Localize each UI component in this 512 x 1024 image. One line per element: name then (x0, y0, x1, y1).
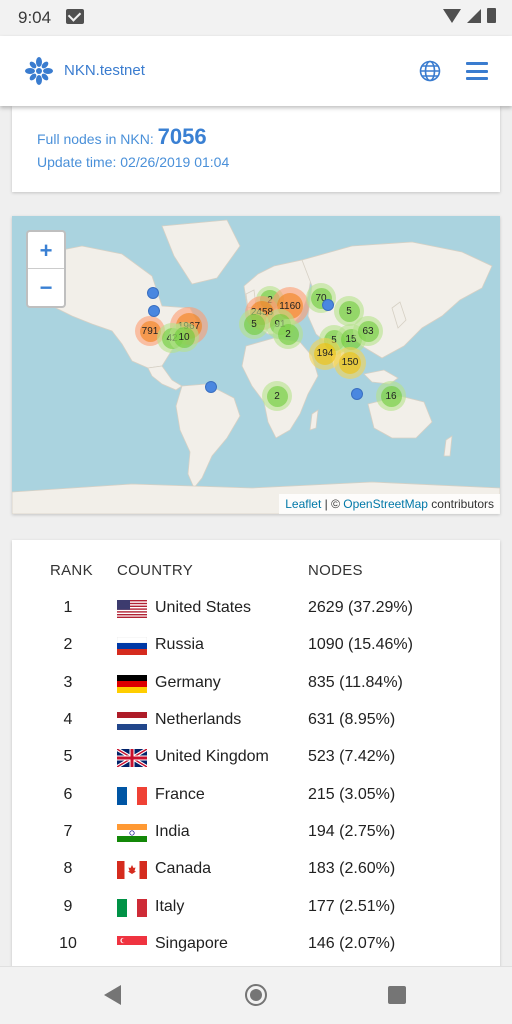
wifi-icon (443, 9, 461, 23)
nodes-cell: 194 (2.75%) (308, 823, 396, 840)
update-time-line: Update time: 02/26/2019 01:04 (37, 154, 229, 170)
status-icons (443, 8, 496, 23)
attribution-suffix: contributors (427, 497, 494, 511)
table-row: 4 Netherlands 631 (8.95%) (12, 711, 500, 748)
country-cell: Germany (155, 674, 221, 691)
country-cell: France (155, 786, 205, 803)
gb-flag-icon (117, 749, 147, 767)
rank-cell: 9 (63, 898, 73, 915)
table-row: 2 Russia 1090 (15.46%) (12, 636, 500, 673)
map-marker[interactable] (147, 287, 159, 299)
us-flag-icon (117, 600, 147, 618)
nodes-cell: 631 (8.95%) (308, 711, 396, 728)
country-cell: India (155, 823, 190, 840)
map-cluster[interactable]: 16 (376, 381, 406, 411)
gmail-icon (66, 9, 84, 24)
rank-cell: 1 (63, 599, 73, 616)
nodes-cell: 215 (3.05%) (308, 786, 396, 803)
full-nodes-line: Full nodes in NKN: 7056 (37, 124, 207, 150)
zoom-out-button[interactable]: − (28, 269, 64, 306)
ca-flag-icon (117, 861, 147, 879)
full-nodes-label: Full nodes in NKN: (37, 131, 154, 147)
sg-flag-icon (117, 936, 147, 954)
full-nodes-count: 7056 (157, 124, 207, 149)
country-cell: Singapore (155, 935, 228, 952)
country-cell: Canada (155, 860, 212, 877)
app-title[interactable]: NKN.testnet (64, 62, 145, 79)
leaflet-link[interactable]: Leaflet (285, 497, 321, 511)
table-row: 6 France 215 (3.05%) (12, 786, 500, 823)
table-row: 1 United States 2629 (37.29%) (12, 599, 500, 636)
zoom-control: + − (26, 230, 66, 308)
in-flag-icon (117, 824, 147, 842)
zoom-in-button[interactable]: + (28, 232, 64, 269)
it-flag-icon (117, 899, 147, 917)
table-row: 7 India 194 (2.75%) (12, 823, 500, 860)
world-map-base (12, 219, 500, 514)
rank-cell: 6 (63, 786, 73, 803)
rank-cell: 4 (63, 711, 73, 728)
recent-apps-icon[interactable] (388, 986, 406, 1004)
openstreetmap-link[interactable]: OpenStreetMap (343, 497, 428, 511)
rank-cell: 5 (63, 748, 73, 765)
map-cluster[interactable]: 63 (353, 316, 383, 346)
country-cell: United States (155, 599, 252, 616)
rank-cell: 3 (63, 674, 73, 691)
country-header: COUNTRY (117, 562, 193, 579)
rank-cell: 2 (63, 636, 73, 653)
status-bar: 9:04 (0, 0, 512, 36)
status-time: 9:04 (18, 8, 52, 27)
nodes-header: NODES (308, 562, 363, 579)
map-cluster[interactable]: 10 (169, 322, 199, 352)
country-ranking-table: RANK COUNTRY NODES 1 United States 2629 … (12, 540, 500, 970)
home-icon[interactable] (245, 984, 267, 1006)
country-cell: Italy (155, 898, 185, 915)
update-time-label: Update time: (37, 154, 117, 170)
nodes-cell: 146 (2.07%) (308, 935, 396, 952)
node-map[interactable]: + − 791 1967 42 10 2 1160 2458 5 91 2 70… (12, 216, 500, 514)
de-flag-icon (117, 675, 147, 693)
system-nav-bar (0, 966, 512, 1024)
map-cluster[interactable]: 150 (334, 347, 366, 379)
map-marker[interactable] (351, 388, 363, 400)
map-cluster[interactable]: 2 (262, 381, 292, 411)
table-row: 8 Canada 183 (2.60%) (12, 860, 500, 897)
summary-card: Full nodes in NKN: 7056 Update time: 02/… (12, 106, 500, 192)
nl-flag-icon (117, 712, 147, 730)
map-attribution: Leaflet | © OpenStreetMap contributors (279, 494, 500, 514)
nodes-cell: 177 (2.51%) (308, 898, 396, 915)
nodes-cell: 835 (11.84%) (308, 674, 403, 691)
ru-flag-icon (117, 637, 147, 655)
nodes-cell: 2629 (37.29%) (308, 599, 413, 616)
fr-flag-icon (117, 787, 147, 805)
attribution-separator: | © (321, 497, 344, 511)
nkn-logo-icon[interactable] (24, 56, 54, 86)
nodes-cell: 1090 (15.46%) (308, 636, 413, 653)
cell-signal-icon (467, 9, 481, 23)
map-marker[interactable] (322, 299, 334, 311)
nodes-cell: 183 (2.60%) (308, 860, 396, 877)
menu-icon[interactable] (466, 62, 488, 80)
globe-icon[interactable] (419, 60, 441, 82)
back-icon[interactable] (104, 985, 121, 1005)
rank-cell: 10 (59, 935, 77, 952)
rank-cell: 7 (63, 823, 73, 840)
map-marker[interactable] (205, 381, 217, 393)
rank-header: RANK (50, 562, 93, 579)
table-row: 3 Germany 835 (11.84%) (12, 674, 500, 711)
app-bar: NKN.testnet (0, 36, 512, 106)
table-row: 5 United Kingdom 523 (7.42%) (12, 748, 500, 785)
country-cell: Netherlands (155, 711, 242, 728)
rank-cell: 8 (63, 860, 73, 877)
map-marker[interactable] (148, 305, 160, 317)
update-time-value: 02/26/2019 01:04 (120, 154, 230, 170)
nodes-cell: 523 (7.42%) (308, 748, 396, 765)
map-cluster[interactable]: 2 (273, 319, 303, 349)
table-row: 9 Italy 177 (2.51%) (12, 898, 500, 935)
country-cell: United Kingdom (155, 748, 269, 765)
battery-icon (487, 8, 496, 23)
country-cell: Russia (155, 636, 204, 653)
